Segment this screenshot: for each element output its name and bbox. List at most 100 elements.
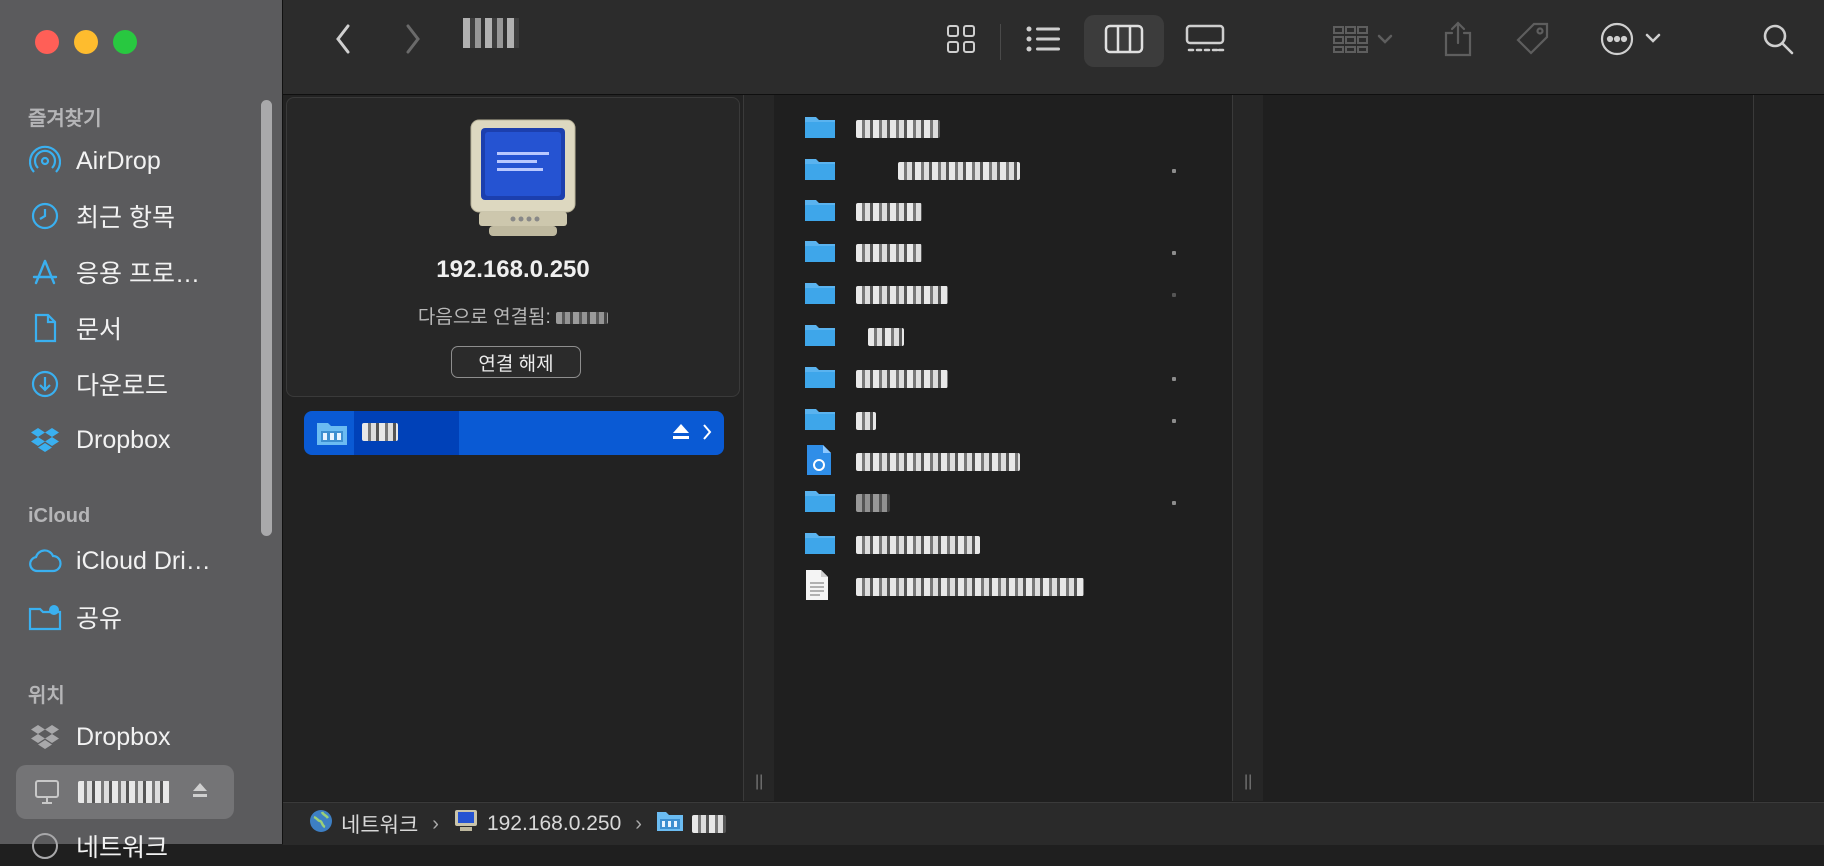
file-name-redacted	[868, 328, 904, 346]
sidebar-item-dropbox[interactable]: Dropbox	[28, 420, 171, 460]
list-item[interactable]	[804, 401, 1176, 441]
share-name-block	[354, 411, 459, 455]
dropbox-icon	[28, 423, 62, 457]
sync-status-dot	[1172, 419, 1176, 423]
tag-icon	[1514, 20, 1552, 63]
back-button[interactable]	[323, 15, 363, 67]
group-by-button[interactable]	[1325, 15, 1401, 67]
chevron-right-icon	[702, 423, 712, 446]
file-name-redacted	[856, 120, 940, 138]
server-info-card: 192.168.0.250 다음으로 연결됨: 연결 해제	[286, 97, 740, 397]
share-name-redacted	[362, 423, 398, 441]
chevron-right-icon	[404, 23, 422, 60]
tag-button[interactable]	[1508, 15, 1558, 67]
forward-button[interactable]	[393, 15, 433, 67]
sidebar-item-icloud-drive[interactable]: iCloud Dri…	[28, 541, 211, 581]
cloud-icon	[28, 544, 62, 578]
share-item-selected[interactable]	[304, 411, 724, 455]
connected-as-label: 다음으로 연결됨:	[417, 307, 551, 328]
disconnect-button[interactable]: 연결 해제	[451, 346, 581, 378]
folder-icon	[804, 197, 836, 228]
list-item[interactable]	[804, 275, 1176, 315]
list-item[interactable]	[804, 567, 1084, 607]
sidebar-item-recents[interactable]: 최근 항목	[28, 196, 175, 236]
gallery-view-button[interactable]	[1173, 15, 1237, 67]
network-icon	[28, 829, 62, 863]
column-empty	[1753, 95, 1824, 801]
sidebar-section-favorites: 즐겨찾기	[28, 108, 102, 130]
folder-icon	[804, 530, 836, 561]
list-item[interactable]	[804, 442, 1020, 482]
chevron-right-icon: ›	[432, 812, 439, 835]
folder-icon	[804, 322, 836, 353]
folder-icon	[804, 280, 836, 311]
search-button[interactable]	[1753, 15, 1803, 67]
sidebar-item-airdrop[interactable]: AirDrop	[28, 141, 161, 181]
chevron-right-icon: ›	[635, 812, 642, 835]
list-item[interactable]	[804, 109, 940, 149]
toolbar	[283, 0, 1824, 95]
window-title-redacted	[463, 18, 519, 48]
folder-icon	[804, 114, 836, 145]
text-document-icon	[804, 569, 830, 606]
share-button[interactable]	[1433, 15, 1483, 67]
ellipsis-circle-icon	[1599, 21, 1663, 62]
folder-icon	[804, 156, 836, 187]
sidebar-item-applications[interactable]: 응용 프로…	[28, 252, 200, 292]
sync-status-dot	[1172, 501, 1176, 505]
sidebar-item-shared[interactable]: 공유	[28, 597, 122, 637]
eject-icon[interactable]	[190, 778, 210, 807]
folder-icon	[804, 364, 836, 395]
file-name-redacted	[856, 286, 948, 304]
path-item-share-redacted[interactable]	[691, 815, 726, 833]
file-name-redacted	[856, 412, 876, 430]
column-view-button[interactable]	[1084, 15, 1164, 67]
sidebar-item-server[interactable]	[16, 765, 234, 819]
server-display-icon	[453, 809, 479, 839]
list-item[interactable]	[804, 483, 1176, 523]
list-item[interactable]	[804, 192, 922, 232]
sidebar-item-label: AirDrop	[76, 146, 161, 175]
eject-icon[interactable]	[670, 421, 692, 448]
sidebar-item-downloads[interactable]: 다운로드	[28, 364, 168, 404]
icon-view-button[interactable]	[933, 15, 989, 67]
list-item[interactable]	[804, 151, 1176, 191]
resize-grip-icon: ||	[1244, 773, 1253, 790]
minimize-window-button[interactable]	[74, 30, 98, 54]
close-window-button[interactable]	[35, 30, 59, 54]
path-bar: 네트워크 › 192.168.0.250 ›	[283, 802, 1824, 845]
path-item-network[interactable]: 네트워크	[341, 809, 418, 839]
list-item[interactable]	[804, 525, 980, 565]
share-icon	[1442, 20, 1474, 62]
group-grid-icon	[1332, 24, 1394, 59]
sidebar-item-label: Dropbox	[76, 722, 171, 751]
sync-status-dot	[1172, 251, 1176, 255]
sidebar-item-documents[interactable]: 문서	[28, 308, 122, 348]
list-item[interactable]	[804, 359, 1176, 399]
column-empty	[1263, 95, 1753, 801]
file-name-redacted	[856, 244, 922, 262]
file-name-redacted	[856, 453, 1020, 471]
more-actions-button[interactable]	[1593, 15, 1669, 67]
file-name-redacted	[856, 370, 948, 388]
path-item-server[interactable]: 192.168.0.250	[487, 812, 621, 836]
column-server: 192.168.0.250 다음으로 연결됨: 연결 해제	[283, 95, 743, 801]
sidebar-item-label: 문서	[76, 316, 123, 344]
connected-user-redacted	[556, 311, 609, 324]
dropbox-icon	[28, 720, 62, 754]
list-item[interactable]	[804, 233, 1176, 273]
file-name-redacted	[856, 494, 890, 512]
sidebar-item-label: 다운로드	[76, 372, 169, 400]
sidebar-item-dropbox-location[interactable]: Dropbox	[28, 717, 171, 757]
zoom-window-button[interactable]	[113, 30, 137, 54]
list-item[interactable]	[804, 317, 904, 357]
server-monitor-icon	[465, 118, 581, 245]
column-files	[774, 95, 1232, 801]
file-name-redacted	[856, 536, 980, 554]
sidebar-scrollbar[interactable]	[261, 100, 272, 536]
list-view-button[interactable]	[1013, 15, 1073, 67]
column-resize-handle[interactable]: ||	[743, 95, 775, 801]
column-resize-handle[interactable]: ||	[1232, 95, 1264, 801]
sidebar-item-network[interactable]: 네트워크	[28, 826, 168, 866]
document-icon	[28, 311, 62, 345]
